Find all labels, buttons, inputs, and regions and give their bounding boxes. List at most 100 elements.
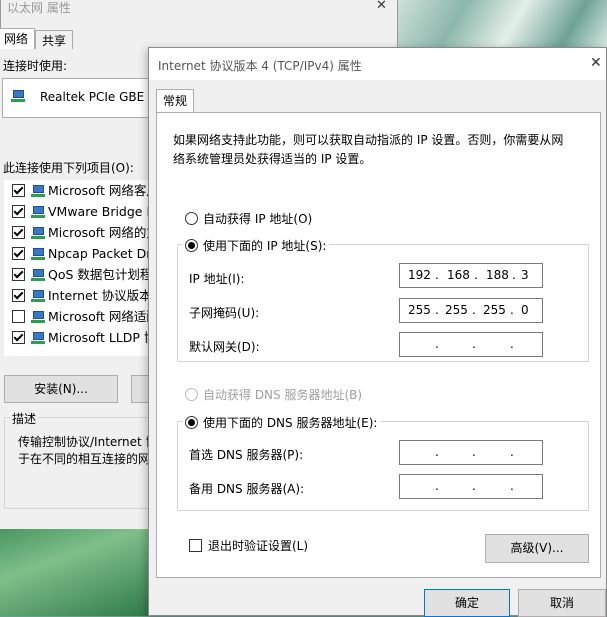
ip-octet: 0 — [521, 303, 529, 317]
ipv4-properties-dialog: Internet 协议版本 4 (TCP/IPv4) 属性 ✕ 常规 如果网络支… — [148, 47, 607, 617]
dns-manual-label: 使用下面的 DNS 服务器地址(E): — [203, 416, 378, 430]
dialog-title: Internet 协议版本 4 (TCP/IPv4) 属性 — [158, 59, 362, 73]
network-service-icon — [31, 269, 45, 281]
desktop-wallpaper — [395, 0, 607, 50]
checkbox[interactable] — [12, 205, 25, 218]
checkbox[interactable] — [12, 247, 25, 260]
items-label: 此连接使用下列项目(O): — [3, 161, 134, 175]
window-title: 以太网 属性 — [7, 1, 71, 15]
ip-dot: . — [510, 479, 514, 493]
dns-preferred-field[interactable]: . . . — [399, 440, 543, 465]
ok-button[interactable]: 确定 — [424, 589, 510, 617]
radio-button[interactable] — [185, 239, 198, 252]
network-service-icon — [31, 227, 45, 239]
tab-network[interactable]: 网络 — [0, 28, 36, 50]
list-item-label: Microsoft 网络的文 — [48, 225, 159, 240]
list-item-label: Internet 协议版本 4 — [48, 288, 164, 303]
ip-dot: . — [472, 445, 476, 459]
checkbox[interactable] — [12, 331, 25, 344]
dns-manual-radio[interactable]: 使用下面的 DNS 服务器地址(E): — [183, 414, 381, 431]
install-button[interactable]: 安装(N)... — [4, 375, 118, 403]
list-item-label: Npcap Packet Driv — [48, 246, 163, 261]
radio-button[interactable] — [185, 388, 198, 401]
checkbox[interactable] — [12, 268, 25, 281]
ip-octet: 255 — [445, 303, 468, 317]
validate-on-exit-checkbox[interactable]: 退出时验证设置(L) — [189, 537, 308, 554]
ip-octet: 255 — [483, 303, 506, 317]
checkbox[interactable] — [12, 184, 25, 197]
list-item[interactable]: Microsoft 网络适配 — [12, 307, 159, 327]
dns-alternate-label: 备用 DNS 服务器(A): — [189, 482, 305, 496]
ip-dot: . — [435, 268, 439, 282]
items-list[interactable]: Microsoft 网络客户 VMware Bridge Pr Microsof… — [4, 180, 164, 356]
list-item-label: Microsoft LLDP 协 — [48, 330, 157, 345]
radio-button[interactable] — [185, 212, 198, 225]
ip-octet: 188 — [486, 268, 509, 282]
list-item[interactable]: QoS 数据包计划程 — [12, 265, 152, 285]
ip-dot: . — [472, 303, 476, 317]
list-item[interactable]: Microsoft LLDP 协 — [12, 328, 156, 348]
dns-auto-radio[interactable]: 自动获得 DNS 服务器地址(B) — [185, 386, 362, 403]
tab-sharing[interactable]: 共享 — [35, 30, 74, 50]
network-client-icon — [31, 185, 45, 197]
desktop-wallpaper-bottom — [0, 520, 150, 616]
ip-octet: 255 — [408, 303, 431, 317]
ip-octet: 3 — [521, 268, 529, 282]
ip-address-label: IP 地址(I): — [189, 272, 245, 286]
list-item-label: QoS 数据包计划程 — [48, 267, 153, 282]
ip-dot: . — [510, 303, 514, 317]
list-item[interactable]: Npcap Packet Driv — [12, 244, 162, 264]
close-icon[interactable]: ✕ — [376, 0, 387, 13]
advanced-button[interactable]: 高级(V)... — [485, 534, 589, 563]
list-item[interactable]: Microsoft 网络的文 — [12, 223, 159, 243]
gateway-field[interactable]: . . . — [399, 332, 543, 357]
subnet-field[interactable]: 255 . 255 . 255 . 0 — [399, 298, 543, 323]
network-service-icon — [31, 206, 45, 218]
description-text-line1: 传输控制协议/Internet 协 — [18, 435, 158, 449]
checkbox[interactable] — [189, 539, 202, 552]
ip-dot: . — [472, 337, 476, 351]
list-item[interactable]: VMware Bridge Pr — [12, 202, 159, 222]
list-item[interactable]: Internet 协议版本 4 — [12, 286, 164, 306]
intro-text-line2: 络系统管理员处获得适当的 IP 设置。 — [173, 152, 372, 166]
ip-dot: . — [512, 268, 516, 282]
tab-general[interactable]: 常规 — [156, 89, 195, 113]
checkbox[interactable] — [12, 289, 25, 302]
validate-on-exit-label: 退出时验证设置(L) — [208, 539, 309, 553]
ip-dot: . — [435, 479, 439, 493]
list-item[interactable]: Microsoft 网络客户 — [12, 181, 159, 201]
ip-manual-label: 使用下面的 IP 地址(S): — [203, 239, 327, 253]
adapter-box: Realtek PCIe GBE F — [2, 78, 162, 118]
ip-auto-label: 自动获得 IP 地址(O) — [203, 212, 313, 226]
subnet-label: 子网掩码(U): — [189, 306, 260, 320]
intro-text-line1: 如果网络支持此功能，则可以获取自动指派的 IP 设置。否则，你需要从网 — [173, 133, 564, 147]
checkbox[interactable] — [12, 226, 25, 239]
ip-dot: . — [435, 337, 439, 351]
ip-auto-radio[interactable]: 自动获得 IP 地址(O) — [185, 210, 312, 227]
list-item-label: VMware Bridge Pr — [48, 204, 159, 219]
checkbox[interactable] — [12, 310, 25, 323]
adapter-name: Realtek PCIe GBE F — [40, 90, 155, 104]
ip-dot: . — [435, 303, 439, 317]
dns-preferred-label: 首选 DNS 服务器(P): — [189, 448, 304, 462]
dns-alternate-field[interactable]: . . . — [399, 474, 543, 499]
list-item-label: Microsoft 网络适配 — [48, 309, 159, 324]
ip-dot: . — [472, 479, 476, 493]
ip-dot: . — [510, 337, 514, 351]
ip-dot: . — [435, 445, 439, 459]
ip-octet: 192 — [408, 268, 431, 282]
description-text-line2: 于在不同的相互连接的网 — [18, 452, 151, 466]
network-protocol-icon — [31, 332, 45, 344]
ip-address-field[interactable]: 192 . 168 . 188 . 3 — [399, 263, 543, 288]
gateway-label: 默认网关(D): — [189, 340, 260, 354]
close-icon[interactable]: ✕ — [590, 55, 602, 71]
ip-manual-radio[interactable]: 使用下面的 IP 地址(S): — [183, 237, 330, 254]
network-service-icon — [31, 248, 45, 260]
list-item-label: Microsoft 网络客户 — [48, 183, 159, 198]
ip-octet: 168 — [447, 268, 470, 282]
ip-dot: . — [474, 268, 478, 282]
ip-dot: . — [510, 445, 514, 459]
cancel-button[interactable]: 取消 — [518, 589, 606, 617]
radio-button[interactable] — [185, 416, 198, 429]
description-label: 描述 — [10, 410, 39, 427]
